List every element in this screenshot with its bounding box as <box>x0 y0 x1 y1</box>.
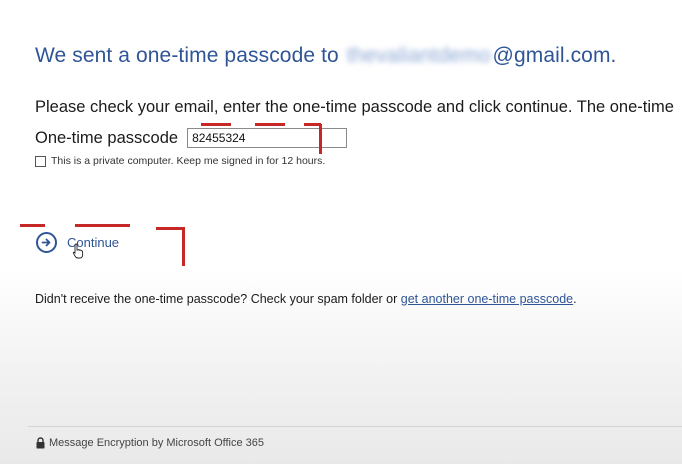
otp-input[interactable] <box>187 128 348 148</box>
annotation-mark <box>201 123 231 126</box>
keep-signed-in-checkbox[interactable] <box>35 155 46 167</box>
annotation-mark <box>182 228 185 266</box>
hand-cursor-icon <box>72 243 84 259</box>
otp-label: One-time passcode <box>35 128 179 147</box>
annotation-mark <box>75 224 130 227</box>
email-domain: @gmail.com. <box>492 44 617 67</box>
annotation-mark <box>255 123 285 126</box>
annotation-mark <box>20 224 45 227</box>
resend-suffix: . <box>573 292 577 306</box>
page-heading: We sent a one-time passcode to thevalian… <box>35 44 617 68</box>
footer: Message Encryption by Microsoft Office 3… <box>35 437 264 449</box>
heading-prefix: We sent a one-time passcode to <box>35 44 339 67</box>
keep-signed-in-row: This is a private computer. Keep me sign… <box>35 155 325 167</box>
otp-row: One-time passcode <box>35 128 348 148</box>
footer-divider <box>28 426 682 427</box>
keep-signed-in-label: This is a private computer. Keep me sign… <box>51 155 326 167</box>
footer-text: Message Encryption by Microsoft Office 3… <box>49 437 265 449</box>
redacted-email-user: thevaliantdemo <box>346 44 491 67</box>
instructions-text: Please check your email, enter the one-t… <box>35 98 674 116</box>
resend-notice: Didn't receive the one-time passcode? Ch… <box>35 292 577 306</box>
lock-icon <box>36 437 45 449</box>
annotation-mark <box>156 227 185 230</box>
arrow-right-circle-icon[interactable] <box>36 232 57 253</box>
otp-verification-page: We sent a one-time passcode to thevalian… <box>0 0 682 464</box>
annotation-mark <box>319 124 322 154</box>
get-another-passcode-link[interactable]: get another one-time passcode <box>401 292 573 306</box>
resend-text: Didn't receive the one-time passcode? Ch… <box>35 292 398 306</box>
